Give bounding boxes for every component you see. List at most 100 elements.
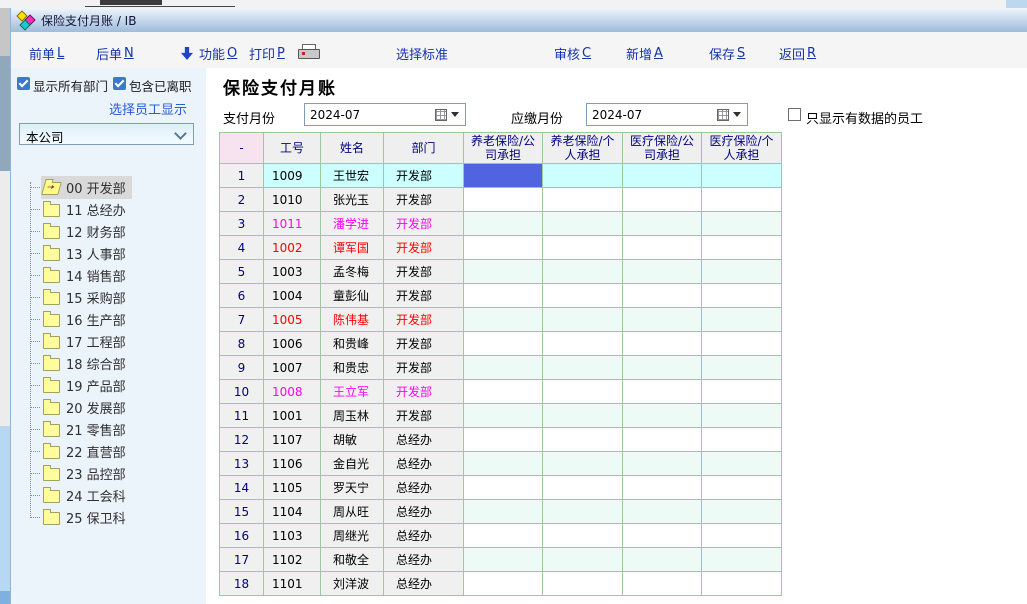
employee-id-cell[interactable]: 1001 <box>264 404 321 428</box>
tree-item-00[interactable]: 00 开发部 <box>21 176 201 198</box>
toolbar-save-button[interactable]: 保存S <box>709 44 745 63</box>
value-cell[interactable] <box>623 404 702 428</box>
employee-id-cell[interactable]: 1104 <box>264 500 321 524</box>
value-cell[interactable] <box>464 476 543 500</box>
value-cell[interactable] <box>464 284 543 308</box>
value-cell[interactable] <box>623 164 702 188</box>
row-number-cell[interactable]: 1 <box>220 164 264 188</box>
value-cell[interactable] <box>464 260 543 284</box>
department-cell[interactable]: 开发部 <box>384 236 464 260</box>
employee-id-cell[interactable]: 1002 <box>264 236 321 260</box>
value-cell[interactable] <box>543 212 623 236</box>
employee-name-cell[interactable]: 孟冬梅 <box>321 260 384 284</box>
row-number-cell[interactable]: 2 <box>220 188 264 212</box>
value-cell[interactable] <box>543 164 623 188</box>
employee-name-cell[interactable]: 谭军国 <box>321 236 384 260</box>
value-cell[interactable] <box>623 332 702 356</box>
value-cell[interactable] <box>702 428 782 452</box>
employee-name-cell[interactable]: 周从旺 <box>321 500 384 524</box>
department-cell[interactable]: 开发部 <box>384 260 464 284</box>
include-departed-checkbox[interactable] <box>113 77 126 90</box>
value-cell[interactable] <box>543 260 623 284</box>
toolbar-new-button[interactable]: 新增A <box>626 44 663 63</box>
value-cell[interactable] <box>623 308 702 332</box>
employee-name-cell[interactable]: 罗天宁 <box>321 476 384 500</box>
employee-name-cell[interactable]: 周继光 <box>321 524 384 548</box>
row-number-cell[interactable]: 7 <box>220 308 264 332</box>
value-cell[interactable] <box>464 548 543 572</box>
tree-item-18[interactable]: 18 综合部 <box>21 352 201 374</box>
value-cell[interactable] <box>623 380 702 404</box>
department-cell[interactable]: 开发部 <box>384 188 464 212</box>
department-cell[interactable]: 开发部 <box>384 308 464 332</box>
pay-month-calendar-button[interactable] <box>431 106 463 123</box>
tree-item-20[interactable]: 20 发展部 <box>21 396 201 418</box>
toolbar-print-button[interactable]: 打印P <box>249 44 285 63</box>
value-cell[interactable] <box>623 548 702 572</box>
value-cell[interactable] <box>543 572 623 596</box>
employee-id-cell[interactable]: 1003 <box>264 260 321 284</box>
row-number-cell[interactable]: 16 <box>220 524 264 548</box>
employee-id-cell[interactable]: 1010 <box>264 188 321 212</box>
value-cell[interactable] <box>543 476 623 500</box>
value-cell[interactable] <box>543 380 623 404</box>
value-cell[interactable] <box>464 236 543 260</box>
row-number-cell[interactable]: 8 <box>220 332 264 356</box>
tree-item-21[interactable]: 21 零售部 <box>21 418 201 440</box>
row-number-cell[interactable]: 6 <box>220 284 264 308</box>
value-cell[interactable] <box>623 212 702 236</box>
value-cell[interactable] <box>464 356 543 380</box>
department-cell[interactable]: 开发部 <box>384 356 464 380</box>
value-cell[interactable] <box>464 452 543 476</box>
value-cell[interactable] <box>464 572 543 596</box>
value-cell[interactable] <box>623 260 702 284</box>
toolbar-prev-doc-button[interactable]: 前单L <box>29 44 64 63</box>
department-cell[interactable]: 开发部 <box>384 380 464 404</box>
row-number-cell[interactable]: 9 <box>220 356 264 380</box>
due-month-dropdown[interactable]: 2024-07 <box>586 103 748 126</box>
employee-name-cell[interactable]: 周玉林 <box>321 404 384 428</box>
value-cell[interactable] <box>702 548 782 572</box>
printer-icon[interactable] <box>298 44 320 59</box>
employee-id-cell[interactable]: 1105 <box>264 476 321 500</box>
tree-item-23[interactable]: 23 品控部 <box>21 462 201 484</box>
value-cell[interactable] <box>543 308 623 332</box>
employee-name-cell[interactable]: 陈伟基 <box>321 308 384 332</box>
value-cell[interactable] <box>623 524 702 548</box>
employee-id-cell[interactable]: 1102 <box>264 548 321 572</box>
value-cell[interactable] <box>543 284 623 308</box>
department-cell[interactable]: 总经办 <box>384 572 464 596</box>
value-cell[interactable] <box>543 500 623 524</box>
value-cell[interactable] <box>543 428 623 452</box>
value-cell[interactable] <box>702 356 782 380</box>
value-cell[interactable] <box>702 524 782 548</box>
value-cell[interactable] <box>702 500 782 524</box>
tree-item-22[interactable]: 22 直营部 <box>21 440 201 462</box>
value-cell[interactable] <box>543 188 623 212</box>
value-cell[interactable] <box>702 380 782 404</box>
employee-name-cell[interactable]: 潘学进 <box>321 212 384 236</box>
value-cell[interactable] <box>464 404 543 428</box>
value-cell[interactable] <box>543 524 623 548</box>
row-number-cell[interactable]: 4 <box>220 236 264 260</box>
value-cell[interactable] <box>623 572 702 596</box>
value-cell[interactable] <box>702 164 782 188</box>
row-number-cell[interactable]: 13 <box>220 452 264 476</box>
value-cell[interactable] <box>464 212 543 236</box>
value-cell[interactable] <box>702 572 782 596</box>
tree-item-14[interactable]: 14 销售部 <box>21 264 201 286</box>
value-cell[interactable] <box>543 548 623 572</box>
value-cell[interactable] <box>702 188 782 212</box>
employee-id-cell[interactable]: 1009 <box>264 164 321 188</box>
row-number-cell[interactable]: 11 <box>220 404 264 428</box>
value-cell[interactable] <box>702 284 782 308</box>
department-cell[interactable]: 总经办 <box>384 452 464 476</box>
department-cell[interactable]: 总经办 <box>384 524 464 548</box>
value-cell[interactable] <box>623 188 702 212</box>
employee-name-cell[interactable]: 胡敏 <box>321 428 384 452</box>
row-number-cell[interactable]: 18 <box>220 572 264 596</box>
tree-item-16[interactable]: 16 生产部 <box>21 308 201 330</box>
show-all-departments-checkbox[interactable] <box>17 77 30 90</box>
only-with-data-checkbox[interactable] <box>788 108 801 121</box>
value-cell[interactable] <box>702 236 782 260</box>
